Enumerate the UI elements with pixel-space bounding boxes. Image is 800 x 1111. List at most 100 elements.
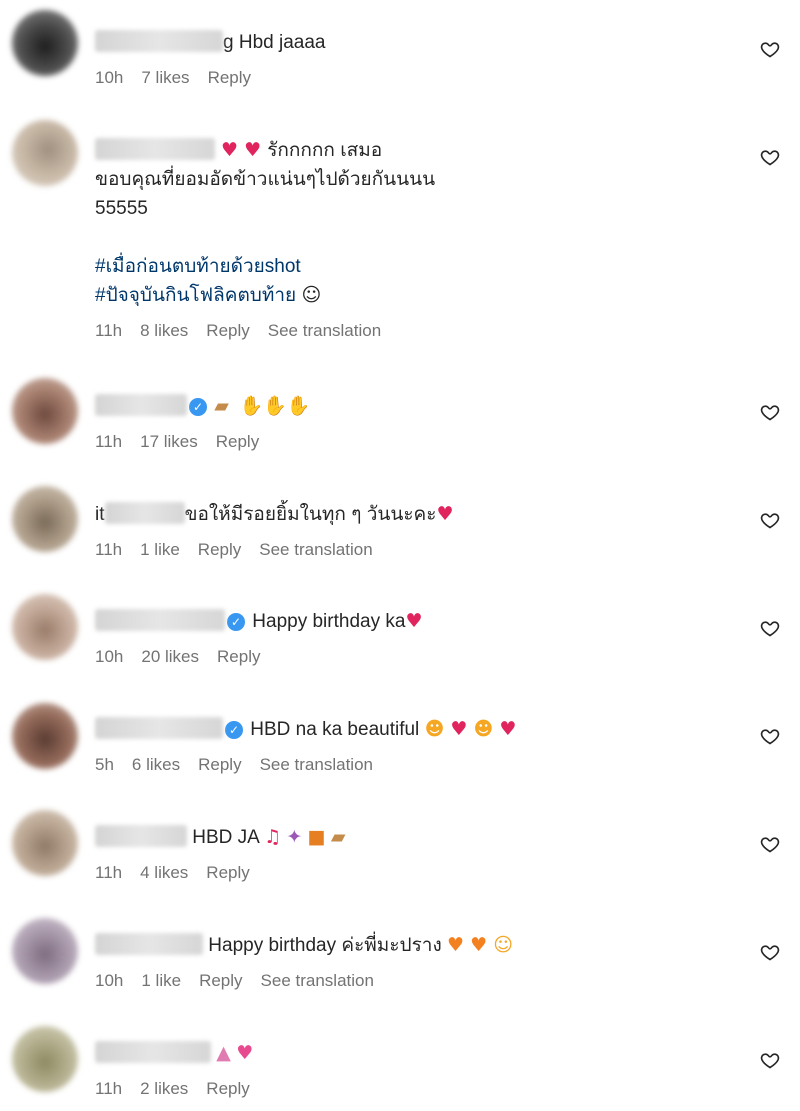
likes-count[interactable]: 2 likes xyxy=(140,1079,188,1098)
timestamp: 5h xyxy=(95,755,114,774)
red-heart-icon: ♥ xyxy=(405,610,423,632)
heart-outline-icon[interactable] xyxy=(760,510,780,530)
avatar[interactable] xyxy=(12,594,78,660)
see-translation-link[interactable]: See translation xyxy=(260,755,373,774)
see-translation-link[interactable]: See translation xyxy=(259,540,372,559)
comment-meta: 11h 8 likes Reply See translation xyxy=(95,320,730,342)
comment-meta: 11h 2 likes Reply xyxy=(95,1078,730,1100)
likes-count[interactable]: 17 likes xyxy=(140,432,198,451)
likes-count[interactable]: 1 like xyxy=(140,540,180,559)
avatar[interactable] xyxy=(12,486,78,552)
likes-count[interactable]: 6 likes xyxy=(132,755,180,774)
reply-button[interactable]: Reply xyxy=(206,863,249,882)
timestamp: 10h xyxy=(95,647,124,666)
blurred-username[interactable] xyxy=(104,502,185,524)
heart-outline-icon[interactable] xyxy=(760,402,780,422)
reply-button[interactable]: Reply xyxy=(206,321,249,340)
see-translation-link[interactable]: See translation xyxy=(261,971,374,990)
reply-button[interactable]: Reply xyxy=(216,432,259,451)
comment-meta: 10h 1 like Reply See translation xyxy=(95,970,730,992)
blurred-username[interactable] xyxy=(95,30,223,52)
heart-eyes-emoji-icon: ☻ xyxy=(473,718,494,740)
verified-badge-icon: ✓ xyxy=(189,398,207,416)
dancers-emoji-icon: ♫ xyxy=(264,826,282,848)
comment-meta: 11h 17 likes Reply xyxy=(95,431,730,453)
heart-outline-icon[interactable] xyxy=(760,942,780,962)
likes-count[interactable]: 1 like xyxy=(141,971,181,990)
heart-outline-icon[interactable] xyxy=(760,1050,780,1070)
party-popper-emoji-icon: ✦ xyxy=(286,826,303,848)
heart-outline-icon[interactable] xyxy=(760,147,780,167)
raised-hands-emoji-icon: ✋✋✋ xyxy=(239,395,311,417)
verified-badge-icon: ✓ xyxy=(227,613,245,631)
avatar[interactable] xyxy=(12,810,78,876)
comment-meta: 11h 4 likes Reply xyxy=(95,862,730,884)
heart-outline-icon[interactable] xyxy=(760,39,780,59)
avatar[interactable] xyxy=(12,120,78,186)
comment-meta: 10h 20 likes Reply xyxy=(95,646,730,668)
comment-text-line: ขอบคุณที่ยอมอัดข้าวแน่นๆไปด้วยกันนนน xyxy=(95,169,436,190)
gift-emoji-icon: ■ xyxy=(307,826,326,848)
reply-button[interactable]: Reply xyxy=(198,540,241,559)
likes-count[interactable]: 20 likes xyxy=(141,647,199,666)
timestamp: 11h xyxy=(95,1079,123,1098)
blurred-username[interactable] xyxy=(95,933,203,955)
hashtag-line: #ปัจจุบันกินโฟลิคตบท้าย ☺ xyxy=(95,281,730,310)
red-heart-icon: ♥ ♥ xyxy=(215,139,268,161)
birthday-cake-emoji-icon: ▰ xyxy=(214,395,229,417)
avatar[interactable] xyxy=(12,918,78,984)
cupcake-emoji-icon: ▲ xyxy=(216,1042,231,1064)
avatar[interactable] xyxy=(12,703,78,769)
timestamp: 11h xyxy=(95,540,123,559)
comment-text: it ขอให้มีรอยยิ้มในทุก ๆ วันนะคะ♥ xyxy=(95,502,454,525)
heart-outline-icon[interactable] xyxy=(760,618,780,638)
verified-badge-icon: ✓ xyxy=(225,721,243,739)
see-translation-link[interactable]: See translation xyxy=(268,321,381,340)
likes-count[interactable]: 4 likes xyxy=(140,863,188,882)
hashtag-link[interactable]: #ปัจจุบันกินโฟลิคตบท้าย xyxy=(95,285,296,306)
reply-button[interactable]: Reply xyxy=(198,755,241,774)
comment-meta: 11h 1 like Reply See translation xyxy=(95,539,730,561)
timestamp: 10h xyxy=(95,971,124,990)
blurred-username[interactable] xyxy=(95,394,187,416)
comment-text: ▲ ♥ xyxy=(95,1039,730,1068)
comment-text: g Hbd jaaaa xyxy=(95,28,730,57)
blurred-username[interactable] xyxy=(95,138,215,160)
red-heart-icon: ♥ xyxy=(444,718,474,740)
comment-meta: 5h 6 likes Reply See translation xyxy=(95,754,730,776)
timestamp: 11h xyxy=(95,863,123,882)
comment-text: ✓ HBD na ka beautiful ☻ ♥ ☻ ♥ xyxy=(95,715,730,744)
blurred-username[interactable] xyxy=(95,609,225,631)
avatar[interactable] xyxy=(12,378,78,444)
timestamp: 10h xyxy=(95,68,124,87)
reply-button[interactable]: Reply xyxy=(208,68,251,87)
avatar[interactable] xyxy=(12,1026,78,1092)
likes-count[interactable]: 8 likes xyxy=(140,321,188,340)
hashtag-link[interactable]: #เมื่อก่อนตบท้ายด้วยshot xyxy=(95,252,730,281)
blurred-username[interactable] xyxy=(95,717,223,739)
reply-button[interactable]: Reply xyxy=(206,1079,249,1098)
comment-text: HBD JA ♫ ✦ ■ ▰ xyxy=(95,823,730,852)
comment-text-line: 55555 xyxy=(95,198,148,219)
reply-button[interactable]: Reply xyxy=(199,971,242,990)
avatar[interactable] xyxy=(12,10,78,76)
blurred-username[interactable] xyxy=(95,825,187,847)
comment-meta: 10h 7 likes Reply xyxy=(95,67,730,89)
baby-face-emoji-icon: ☺ xyxy=(301,284,322,306)
sparkling-heart-icon: ♥ xyxy=(236,1042,254,1064)
orange-heart-icon: ♥ ♥ xyxy=(447,934,494,956)
timestamp: 11h xyxy=(95,432,123,451)
blurred-username[interactable] xyxy=(95,1041,211,1063)
heart-outline-icon[interactable] xyxy=(760,726,780,746)
comment-text: Happy birthday ค่ะพี่มะปราง ♥ ♥ ☺ xyxy=(95,931,730,960)
red-heart-icon: ♥ xyxy=(493,718,517,740)
heart-eyes-emoji-icon: ☻ xyxy=(424,718,445,740)
heart-outline-icon[interactable] xyxy=(760,834,780,854)
reply-button[interactable]: Reply xyxy=(217,647,260,666)
likes-count[interactable]: 7 likes xyxy=(141,68,189,87)
username-prefix[interactable]: it xyxy=(95,504,105,525)
comment-text: ♥ ♥ รักกกกก เสมอ xyxy=(95,136,730,165)
comment-text: ✓ ▰ ✋✋✋ xyxy=(95,392,730,421)
red-heart-icon: ♥ xyxy=(436,503,454,525)
birthday-cake-emoji-icon: ▰ xyxy=(330,826,346,848)
